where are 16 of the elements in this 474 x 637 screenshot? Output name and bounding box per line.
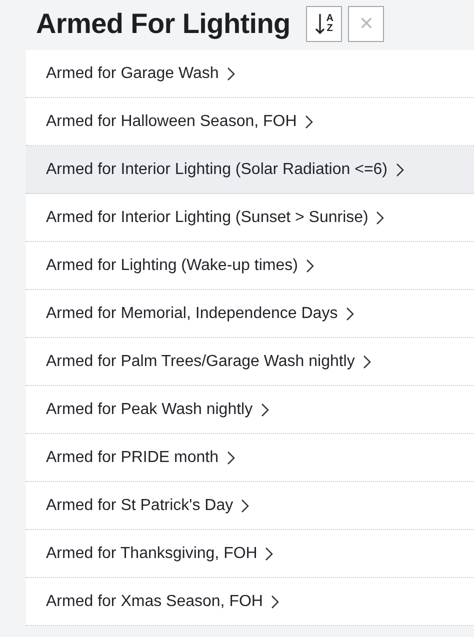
chevron-right-icon xyxy=(241,498,250,512)
page-title: Armed For Lighting xyxy=(36,8,290,40)
chevron-right-icon xyxy=(226,66,235,80)
chevron-right-icon xyxy=(362,354,371,368)
chevron-right-icon xyxy=(260,402,269,416)
chevron-right-icon xyxy=(346,306,354,320)
chevron-right-icon xyxy=(306,258,314,272)
chevron-right-icon xyxy=(396,162,404,176)
chevron-right-icon xyxy=(265,546,274,560)
chevron-right-icon xyxy=(376,210,384,224)
down-arrow-icon xyxy=(315,13,326,35)
sort-button[interactable]: A Z xyxy=(306,6,342,42)
chevron-right-icon xyxy=(226,450,234,464)
chevron-right-icon xyxy=(304,114,313,128)
chevron-right-icon xyxy=(270,594,279,608)
list-item[interactable]: Armed for Interior Lighting (Solar Radiation <=6) xyxy=(26,146,474,194)
